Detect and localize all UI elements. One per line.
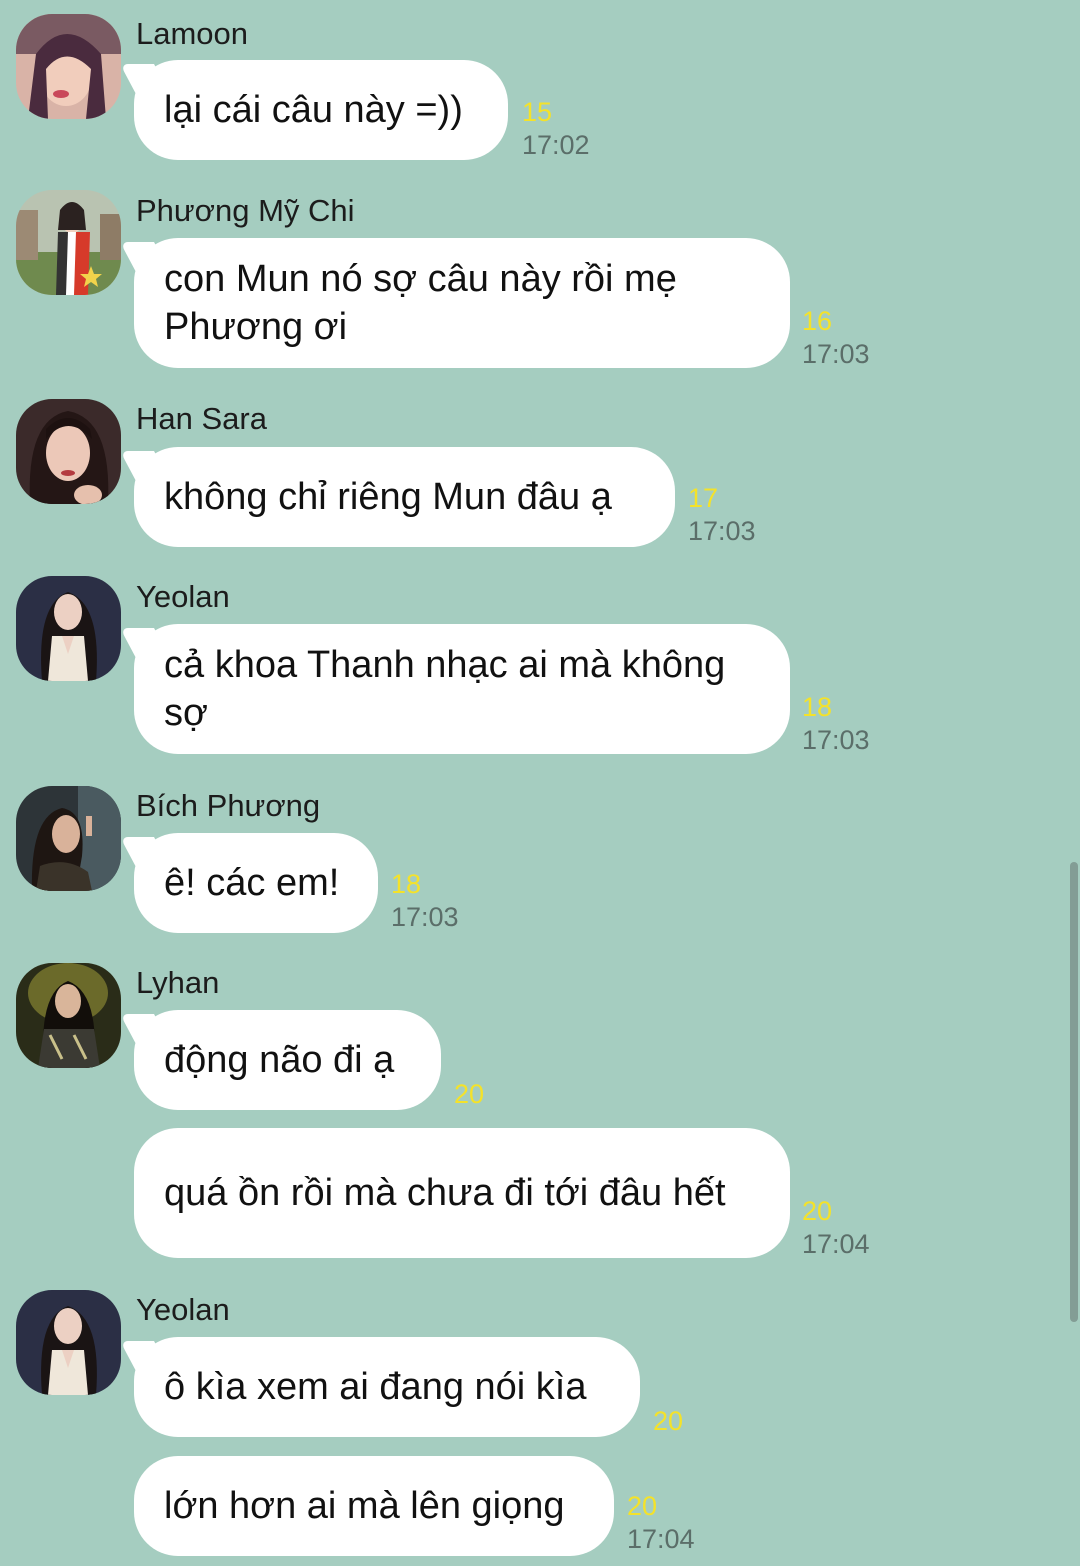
message-meta: 18 17:03: [391, 868, 459, 934]
message-bubble[interactable]: ê! các em!: [134, 833, 378, 933]
message-meta: 16 17:03: [802, 305, 870, 371]
read-count: 16: [802, 306, 833, 336]
message-bubble[interactable]: không chỉ riêng Mun đâu ạ: [134, 447, 675, 547]
avatar-yeolan[interactable]: [16, 1290, 121, 1395]
sender-name: Bích Phương: [136, 788, 321, 823]
sender-name: Yeolan: [136, 579, 230, 614]
sender-name: Lamoon: [136, 16, 249, 51]
message-bubble[interactable]: động não đi ạ: [134, 1010, 441, 1110]
read-count: 17: [688, 483, 719, 513]
read-count: 20: [454, 1079, 485, 1109]
read-count: 20: [802, 1196, 833, 1226]
read-count: 15: [522, 97, 553, 127]
message-bubble[interactable]: cả khoa Thanh nhạc ai mà không sợ: [134, 624, 790, 754]
avatar-yeolan[interactable]: [16, 576, 121, 681]
avatar-lyhan[interactable]: [16, 963, 121, 1068]
read-count: 20: [653, 1406, 684, 1436]
timestamp: 17:03: [391, 902, 459, 932]
message-text: con Mun nó sợ câu này rồi mẹ Phương ơi: [164, 258, 677, 348]
message-text: ê! các em!: [164, 862, 340, 904]
avatar-han-sara[interactable]: [16, 399, 121, 504]
message-meta: 20: [454, 1078, 484, 1111]
avatar-phuong-my-chi[interactable]: [16, 190, 121, 295]
scrollbar[interactable]: [1070, 862, 1078, 1322]
avatar-lamoon[interactable]: [16, 14, 121, 119]
message-bubble[interactable]: quá ồn rồi mà chưa đi tới đâu hết: [134, 1128, 790, 1258]
message-bubble[interactable]: ô kìa xem ai đang nói kìa: [134, 1337, 640, 1437]
message-bubble[interactable]: lớn hơn ai mà lên giọng: [134, 1456, 614, 1556]
timestamp: 17:04: [802, 1229, 870, 1259]
message-text: không chỉ riêng Mun đâu ạ: [164, 476, 612, 518]
sender-name: Han Sara: [136, 401, 267, 436]
message-meta: 18 17:03: [802, 691, 870, 757]
timestamp: 17:04: [627, 1524, 695, 1554]
chat-message-list[interactable]: Lamoon lại cái câu này =)) 15 17:02 Phươ…: [0, 0, 1080, 1566]
message-text: lớn hơn ai mà lên giọng: [164, 1485, 565, 1527]
read-count: 20: [627, 1491, 658, 1521]
timestamp: 17:03: [802, 725, 870, 755]
timestamp: 17:03: [802, 339, 870, 369]
message-text: quá ồn rồi mà chưa đi tới đâu hết: [164, 1172, 726, 1214]
message-bubble[interactable]: con Mun nó sợ câu này rồi mẹ Phương ơi: [134, 238, 790, 368]
read-count: 18: [802, 692, 833, 722]
message-meta: 15 17:02: [522, 96, 590, 162]
sender-name: Yeolan: [136, 1292, 230, 1327]
message-text: cả khoa Thanh nhạc ai mà không sợ: [164, 644, 726, 734]
message-text: ô kìa xem ai đang nói kìa: [164, 1366, 587, 1408]
message-text: động não đi ạ: [164, 1039, 395, 1081]
message-bubble[interactable]: lại cái câu này =)): [134, 60, 508, 160]
message-meta: 20: [653, 1405, 683, 1438]
message-text: lại cái câu này =)): [164, 89, 463, 131]
sender-name: Phương Mỹ Chi: [136, 193, 355, 228]
sender-name: Lyhan: [136, 965, 220, 1000]
message-meta: 17 17:03: [688, 482, 756, 548]
timestamp: 17:02: [522, 130, 590, 160]
timestamp: 17:03: [688, 516, 756, 546]
read-count: 18: [391, 869, 422, 899]
message-meta: 20 17:04: [802, 1195, 870, 1261]
avatar-bich-phuong[interactable]: [16, 786, 121, 891]
message-meta: 20 17:04: [627, 1490, 695, 1556]
